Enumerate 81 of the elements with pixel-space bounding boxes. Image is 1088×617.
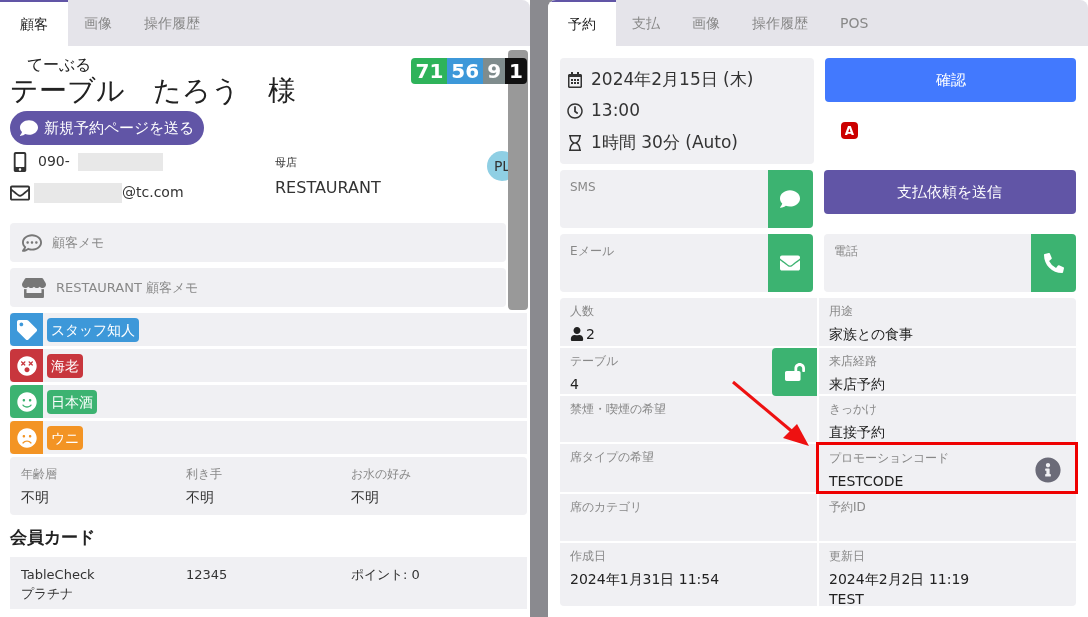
speech-bubble-icon [780, 189, 800, 209]
home-store-value: RESTAURANT [275, 176, 382, 199]
tag-label: スタッフ知人 [47, 317, 139, 342]
tab[interactable]: 支払 [616, 0, 676, 46]
tab[interactable]: 操作履歴 [736, 0, 824, 46]
field-value: 2 [586, 325, 595, 344]
payment-request-button[interactable]: 支払依頼を送信 [823, 170, 1076, 214]
field-value: 2024年1月31日 11:54 [570, 570, 720, 589]
field-label: 席タイプの希望 [570, 449, 655, 466]
reservation-date: 2024年2月15日 (木) [591, 67, 754, 91]
score-badge: 1 [505, 58, 527, 84]
confirm-button[interactable]: 確認 [825, 58, 1076, 102]
tab[interactable]: POS [824, 0, 885, 46]
field-label: 禁煙・喫煙の希望 [570, 401, 667, 418]
contact-button[interactable] [767, 170, 813, 228]
field-label: 電話 [832, 243, 859, 260]
contact-button[interactable] [1031, 234, 1076, 292]
field-label: Eメール [569, 243, 615, 260]
field-value: 家族との食事 [829, 325, 913, 344]
tag-label: ウニ [47, 425, 83, 450]
tab[interactable]: 顧客 [0, 0, 68, 46]
customer-name: テーブル たろう 様 [10, 74, 296, 108]
phone-icon [1043, 253, 1064, 273]
reservation-time: 13:00 [591, 99, 640, 123]
hourglass-icon [567, 134, 583, 151]
section-heading: 会員カード [10, 526, 96, 549]
unlock-button[interactable] [772, 348, 817, 396]
field-value: 2024年2月2日 11:19 TEST [829, 570, 970, 609]
speech-bubble-icon [22, 232, 42, 253]
tab[interactable]: 画像 [68, 0, 128, 46]
name-furigana: てーぶる [27, 56, 92, 74]
field-label: 席のカテゴリ [570, 499, 643, 516]
send-booking-page-button[interactable]: 新規予約ページを送る [10, 111, 204, 145]
field-label: 用途 [829, 303, 854, 320]
reservation-duration: 1時間 30分 (Auto) [591, 130, 738, 154]
score-badge: 56 [447, 58, 484, 84]
field-value: 来店予約 [829, 375, 885, 394]
attribute-value: 不明 [21, 488, 50, 507]
card-points: ポイント: 0 [351, 565, 421, 584]
tag-label: 日本酒 [47, 389, 97, 414]
scrollbar-thumb[interactable] [508, 50, 528, 310]
email-address: @tc.com [122, 183, 184, 202]
tab[interactable]: 画像 [676, 0, 736, 46]
store-icon [22, 275, 46, 300]
field-label: 更新日 [829, 548, 866, 565]
field-label: 予約ID [829, 499, 867, 516]
attribute-value: 不明 [351, 488, 380, 507]
calendar-icon [567, 71, 583, 88]
field-label: きっかけ [829, 401, 878, 418]
memo-field[interactable]: RESTAURANT 顧客メモ [10, 268, 506, 307]
person-icon [570, 327, 584, 341]
home-store-label: 母店 [275, 155, 298, 171]
field-value: 直接予約 [829, 423, 885, 442]
attribute-label: 年齢層 [21, 466, 58, 483]
memo-field[interactable]: 顧客メモ [10, 223, 506, 262]
speech-bubble-icon [20, 119, 38, 137]
score-badge: 9 [483, 58, 506, 84]
field-value: 4 [570, 375, 579, 394]
phone-number: 090- [38, 152, 70, 171]
score-badge: 71 [411, 58, 448, 84]
tab[interactable]: 予約 [548, 0, 616, 46]
field-label: 人数 [570, 303, 595, 320]
field-label: プロモーションコード [829, 450, 950, 467]
field-label: SMS [569, 179, 597, 196]
field-label: 来店経路 [829, 353, 878, 370]
field-value: TESTCODE [829, 472, 904, 491]
tag-label: 海老 [47, 353, 83, 378]
tab[interactable]: 操作履歴 [128, 0, 216, 46]
contact-button[interactable] [767, 234, 813, 292]
status-badge: A [841, 122, 858, 139]
attribute-label: お水の好み [351, 466, 412, 483]
envelope-icon [780, 253, 800, 273]
attribute-value: 不明 [186, 488, 215, 507]
attribute-label: 利き手 [186, 466, 223, 483]
field-label: テーブル [570, 353, 619, 370]
clock-icon [567, 103, 583, 119]
card-name: TableCheck プラチナ [21, 565, 96, 603]
card-number: 12345 [186, 565, 229, 584]
field-label: 作成日 [570, 548, 607, 565]
info-icon[interactable] [1035, 457, 1061, 483]
open-lock-icon [784, 362, 805, 382]
